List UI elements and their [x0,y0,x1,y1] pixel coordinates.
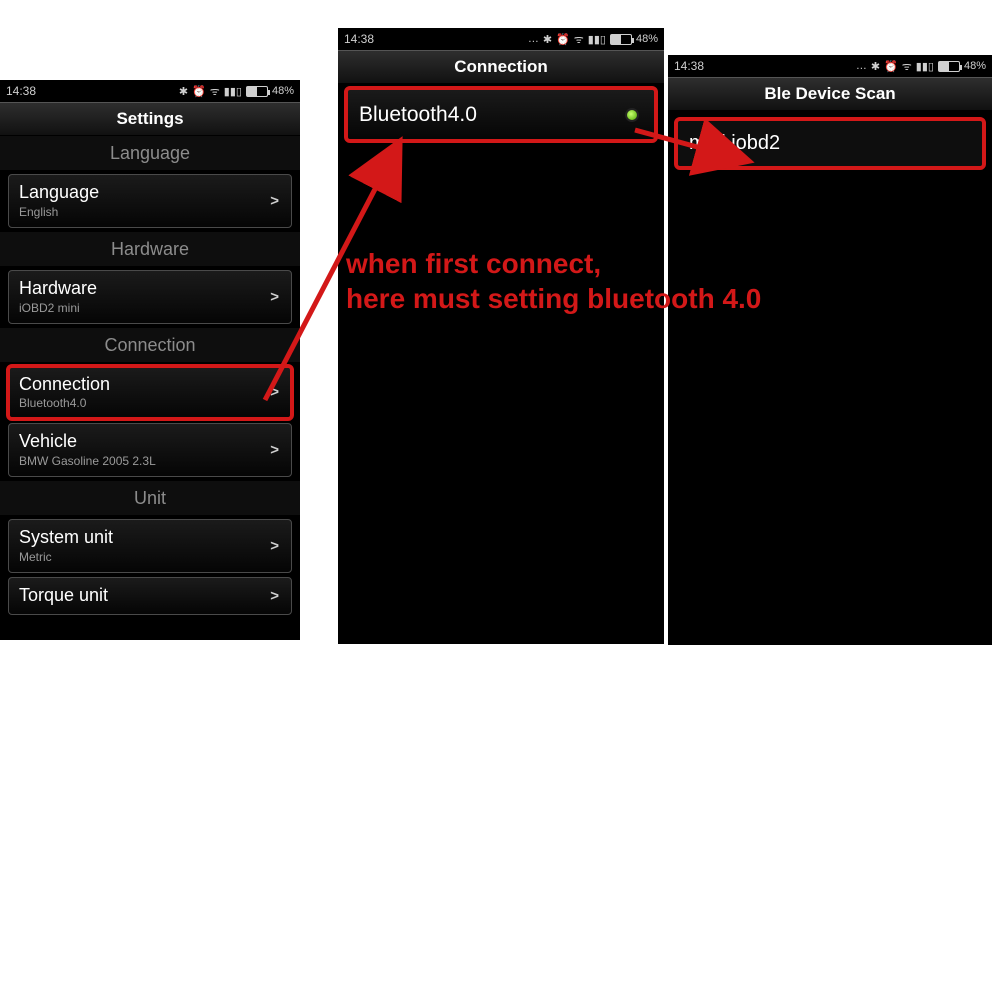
alarm-icon: ⏰ [192,85,206,98]
phone-settings: 14:38 ✱ ⏰ ᯤ ▮▮▯ 48% Settings Language La… [0,80,300,640]
wifi-icon: ᯤ [902,59,912,74]
row-title: Bluetooth4.0 [359,103,643,126]
battery-icon [610,34,632,45]
wifi-icon: ᯤ [574,32,584,47]
device-name: mini iobd2 [689,132,780,154]
status-icons: … ✱ ⏰ ᯤ ▮▮▯ 48% [856,59,986,74]
signal-icon: ▮▮▯ [916,60,934,73]
section-connection: Connection [0,328,300,362]
status-bar: 14:38 … ✱ ⏰ ᯤ ▮▮▯ 48% [668,55,992,77]
row-title: System unit [19,528,281,548]
annotation-line2: here must setting bluetooth 4.0 [346,283,761,314]
bluetooth-icon: ✱ [871,60,880,73]
status-icons: … ✱ ⏰ ᯤ ▮▮▯ 48% [528,32,658,47]
row-title: Hardware [19,279,281,299]
phone-ble-scan: 14:38 … ✱ ⏰ ᯤ ▮▮▯ 48% Ble Device Scan mi… [668,55,992,645]
more-icon: … [856,60,867,72]
row-sub: Metric [19,550,281,564]
battery-pct: 48% [636,33,658,45]
battery-icon [938,61,960,72]
status-time: 14:38 [674,59,704,73]
annotation-text: when first connect, here must setting bl… [346,246,986,316]
row-language[interactable]: Language English > [8,174,292,228]
section-language: Language [0,136,300,170]
signal-icon: ▮▮▯ [224,85,242,98]
row-mini-iobd2[interactable]: mini iobd2 [676,119,984,168]
chevron-right-icon: > [270,587,279,604]
wifi-icon: ᯤ [210,84,220,99]
battery-pct: 48% [964,60,986,72]
page-title: Ble Device Scan [668,77,992,111]
battery-icon [246,86,268,97]
row-hardware[interactable]: Hardware iOBD2 mini > [8,270,292,324]
chevron-right-icon: > [270,192,279,209]
annotation-line1: when first connect, [346,248,601,279]
status-time: 14:38 [344,32,374,46]
bluetooth-icon: ✱ [543,33,552,46]
status-time: 14:38 [6,84,36,98]
bluetooth-icon: ✱ [179,85,188,98]
row-title: Vehicle [19,432,281,452]
row-sub: Bluetooth4.0 [19,396,281,410]
row-title: Language [19,183,281,203]
row-bluetooth4[interactable]: Bluetooth4.0 [346,88,656,141]
row-sub: English [19,205,281,219]
row-system-unit[interactable]: System unit Metric > [8,519,292,573]
section-hardware: Hardware [0,232,300,266]
status-bar: 14:38 … ✱ ⏰ ᯤ ▮▮▯ 48% [338,28,664,50]
section-unit: Unit [0,481,300,515]
alarm-icon: ⏰ [884,60,898,73]
row-sub: iOBD2 mini [19,301,281,315]
row-title: Connection [19,375,281,395]
page-title: Connection [338,50,664,84]
battery-pct: 48% [272,85,294,97]
row-connection[interactable]: Connection Bluetooth4.0 > [8,366,292,420]
row-sub: BMW Gasoline 2005 2.3L [19,454,281,468]
page-title: Settings [0,102,300,136]
status-icons: ✱ ⏰ ᯤ ▮▮▯ 48% [179,84,294,99]
row-torque-unit[interactable]: Torque unit > [8,577,292,615]
chevron-right-icon: > [270,288,279,305]
more-icon: … [528,33,539,45]
radio-selected-icon [625,108,639,122]
signal-icon: ▮▮▯ [588,33,606,46]
phone-connection: 14:38 … ✱ ⏰ ᯤ ▮▮▯ 48% Connection Bluetoo… [338,28,664,644]
chevron-right-icon: > [270,538,279,555]
row-vehicle[interactable]: Vehicle BMW Gasoline 2005 2.3L > [8,423,292,477]
chevron-right-icon: > [270,442,279,459]
chevron-right-icon: > [270,384,279,401]
status-bar: 14:38 ✱ ⏰ ᯤ ▮▮▯ 48% [0,80,300,102]
alarm-icon: ⏰ [556,33,570,46]
row-title: Torque unit [19,586,281,606]
